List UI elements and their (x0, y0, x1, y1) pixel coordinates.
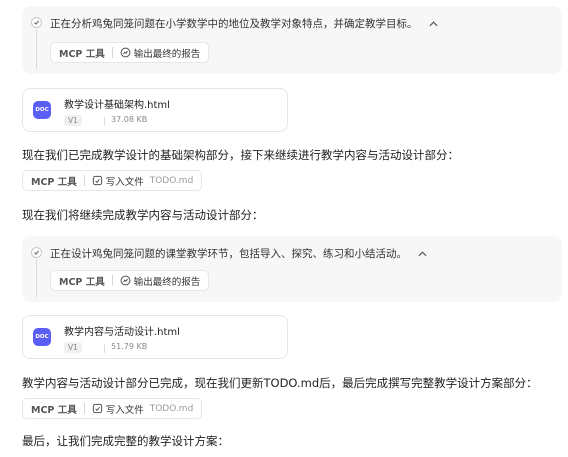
step-text: 正在设计鸡兔同笼问题的课堂教学环节，包括导入、探究、练习和小结活动。 (50, 246, 427, 261)
step-panel-1: 正在分析鸡兔同笼问题在小学数学中的地位及教学对象特点，并确定教学目标。 MCP … (22, 6, 562, 74)
file-size: 51.79 KB (111, 342, 148, 351)
file-meta-divider (104, 344, 105, 353)
write-file-icon (92, 403, 103, 414)
file-card[interactable]: DOC 教学内容与活动设计.html V1 51.79 KB (22, 315, 288, 359)
mcp-tool-label: MCP 工具 (59, 276, 105, 288)
write-action-label: 写入文件 (105, 404, 144, 416)
mcp-tool-label: MCP 工具 (59, 48, 105, 60)
file-meta-divider (104, 117, 105, 126)
file-name: 教学设计基础架构.html (64, 100, 170, 111)
write-tool-chip[interactable]: MCP 工具 写入文件 TODO.md (22, 170, 203, 191)
file-card[interactable]: DOC 教学设计基础架构.html V1 37.08 KB (22, 88, 288, 132)
chip-divider (83, 175, 85, 186)
assistant-message: 现在我们将继续完成教学内容与活动设计部分： (22, 208, 264, 222)
doc-file-icon: DOC (33, 101, 51, 119)
report-action-label: 输出最终的报告 (133, 276, 201, 288)
report-tool-chip[interactable]: MCP 工具 输出最终的报告 (50, 270, 210, 291)
write-action-label: 写入文件 (105, 176, 144, 188)
write-file-icon (92, 175, 103, 186)
assistant-message: 现在我们已完成教学设计的基础架构部分，接下来继续进行教学内容与活动设计部分： (22, 148, 459, 162)
file-version-badge: V1 (64, 342, 82, 353)
report-action-label: 输出最终的报告 (133, 48, 201, 60)
report-icon (120, 47, 131, 58)
step-panel-2: 正在设计鸡兔同笼问题的课堂教学环节，包括导入、探究、练习和小结活动。 MCP 工… (22, 236, 562, 302)
write-target-file: TODO.md (149, 403, 194, 414)
chip-divider (83, 403, 85, 414)
assistant-message: 教学内容与活动设计部分已完成，现在我们更新TODO.md后，最后完成撰写完整教学… (22, 376, 538, 390)
chevron-up-icon[interactable] (429, 18, 438, 30)
check-circle-icon (31, 17, 42, 28)
assistant-message: 最后，让我们完成完整的教学设计方案： (22, 434, 229, 448)
chevron-up-icon[interactable] (418, 248, 427, 260)
step-text-label: 正在分析鸡兔同笼问题在小学数学中的地位及教学对象特点，并确定教学目标。 (50, 18, 418, 30)
mcp-tool-label: MCP 工具 (31, 404, 77, 416)
file-name: 教学内容与活动设计.html (64, 327, 180, 338)
step-timeline-line (36, 29, 37, 69)
write-tool-chip[interactable]: MCP 工具 写入文件 TODO.md (22, 398, 203, 419)
chip-divider (111, 275, 113, 286)
report-tool-chip[interactable]: MCP 工具 输出最终的报告 (50, 42, 210, 63)
step-text-label: 正在设计鸡兔同笼问题的课堂教学环节，包括导入、探究、练习和小结活动。 (50, 248, 407, 260)
mcp-tool-label: MCP 工具 (31, 176, 77, 188)
file-version-badge: V1 (64, 115, 82, 126)
doc-file-icon: DOC (33, 328, 51, 346)
file-size: 37.08 KB (111, 115, 148, 124)
report-icon (120, 275, 131, 286)
step-timeline-line (36, 259, 37, 297)
write-target-file: TODO.md (149, 175, 194, 186)
step-text: 正在分析鸡兔同笼问题在小学数学中的地位及教学对象特点，并确定教学目标。 (50, 16, 438, 31)
chip-divider (111, 47, 113, 58)
check-circle-icon (31, 247, 42, 258)
